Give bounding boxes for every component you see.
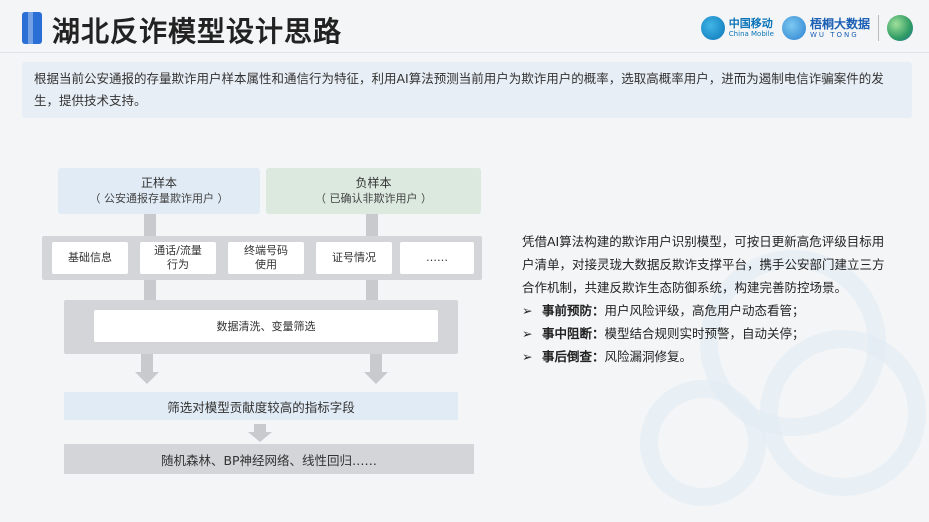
arrow-bullet-icon: ➢ [522, 326, 533, 341]
title-accent-icon [22, 12, 42, 44]
wutong-en: WU TONG [809, 30, 859, 39]
slide: 湖北反诈模型设计思路 中国移动 China Mobile 梧桐大数据 WU TO… [0, 0, 929, 522]
cleaning-label: 数据清洗、变量筛选 [94, 310, 438, 342]
wutong-logo: 梧桐大数据 WU TONG [781, 16, 870, 40]
attribute-more: …… [400, 242, 474, 274]
negative-sample-box: 负样本 （ 已确认非欺诈用户 ） [266, 168, 481, 214]
positive-sample-title: 正样本 [140, 176, 177, 190]
bullet-item: ➢ 事后倒查：风险漏洞修复。 [522, 345, 892, 368]
background-swirl-3 [640, 380, 766, 506]
globe-icon [887, 15, 913, 41]
description-panel: 凭借AI算法构建的欺诈用户识别模型，可按日更新高危评级目标用户清单，对接灵珑大数… [522, 230, 892, 368]
logo-divider [878, 15, 879, 41]
connector-left [144, 214, 156, 236]
arrow-left-head-icon [135, 372, 159, 384]
bullet-label: 事后倒查： [542, 349, 605, 364]
attribute-terminal-number: 终端号码 使用 [228, 242, 304, 274]
positive-sample-subtitle: （ 公安通报存量欺诈用户 ） [89, 192, 229, 205]
china-mobile-logo: 中国移动 China Mobile [700, 16, 774, 40]
description-paragraph: 凭借AI算法构建的欺诈用户识别模型，可按日更新高危评级目标用户清单，对接灵珑大数… [522, 234, 885, 295]
cleaning-row: 数据清洗、变量筛选 [64, 300, 458, 354]
wutong-cloud-icon [781, 16, 806, 40]
connector-right [366, 214, 378, 236]
attribute-basic-info: 基础信息 [52, 242, 128, 274]
model-step: 随机森林、BP神经网络、线性回归…… [64, 444, 474, 474]
bullet-text: 模型结合规则实时预警，自动关停； [604, 326, 805, 341]
negative-sample-title: 负样本 [355, 176, 392, 190]
filter-step: 筛选对模型贡献度较高的指标字段 [64, 392, 458, 420]
positive-sample-box: 正样本 （ 公安通报存量欺诈用户 ） [58, 168, 260, 214]
bullet-label: 事中阻断： [542, 326, 605, 341]
attribute-row: 基础信息 通话/流量 行为 终端号码 使用 证号情况 …… [42, 236, 482, 280]
attribute-call-traffic: 通话/流量 行为 [140, 242, 216, 274]
bullet-item: ➢ 事前预防：用户风险评级，高危用户动态看管； [522, 299, 892, 322]
arrow-bullet-icon: ➢ [522, 303, 533, 318]
logo-group: 中国移动 China Mobile 梧桐大数据 WU TONG [700, 12, 913, 44]
title-divider [0, 52, 929, 53]
connector-attr-left [144, 280, 156, 300]
arrow-left-shaft [141, 354, 153, 372]
bullet-text: 风险漏洞修复。 [604, 349, 693, 364]
intro-text: 根据当前公安通报的存量欺诈用户样本属性和通信行为特征，利用AI算法预测当前用户为… [22, 62, 912, 118]
bullet-label: 事前预防： [542, 303, 605, 318]
bullet-item: ➢ 事中阻断：模型结合规则实时预警，自动关停； [522, 322, 892, 345]
connector-attr-right [366, 280, 378, 300]
arrow-right-head-icon [364, 372, 388, 384]
arrow-mid-head-icon [248, 432, 272, 442]
bullet-text: 用户风险评级，高危用户动态看管； [604, 303, 805, 318]
attribute-id-status: 证号情况 [316, 242, 392, 274]
arrow-bullet-icon: ➢ [522, 349, 533, 364]
china-mobile-icon [700, 16, 725, 40]
negative-sample-subtitle: （ 已确认非欺诈用户 ） [315, 192, 432, 205]
china-mobile-en: China Mobile [728, 30, 774, 38]
arrow-right-shaft [370, 354, 382, 372]
wutong-cn: 梧桐大数据 [809, 16, 870, 31]
china-mobile-cn: 中国移动 [728, 17, 773, 30]
page-title: 湖北反诈模型设计思路 [52, 15, 343, 48]
